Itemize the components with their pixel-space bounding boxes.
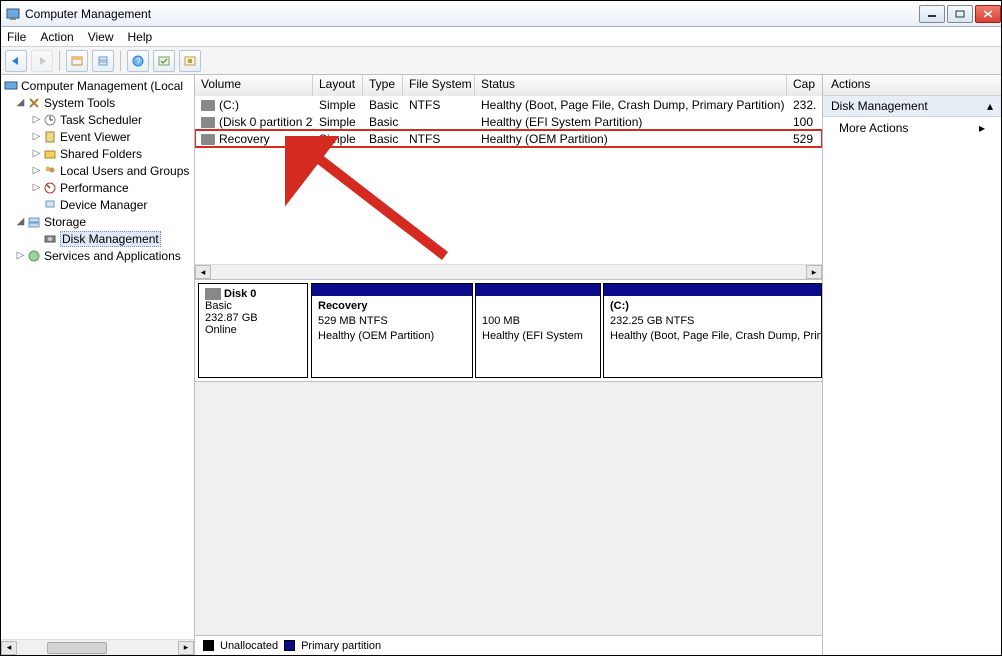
menu-action[interactable]: Action [40,30,73,44]
properties-button[interactable] [92,50,114,72]
tree-performance[interactable]: ▷ Performance [1,179,194,196]
tree-system-tools[interactable]: ◢ System Tools [1,94,194,111]
storage-icon [26,214,42,230]
settings-button[interactable] [153,50,175,72]
minimize-button[interactable] [919,5,945,23]
computer-icon [3,78,19,94]
tree-root[interactable]: Computer Management (Local [1,77,194,94]
actions-section-disk-management[interactable]: Disk Management ▴ [823,96,1001,117]
expand-icon[interactable]: ▷ [31,114,42,125]
book-icon [42,129,58,145]
volume-row[interactable]: (Disk 0 partition 2) Simple Basic Health… [195,113,822,130]
menu-file[interactable]: File [7,30,26,44]
annotation-arrow-icon [285,136,465,264]
col-volume[interactable]: Volume [195,75,313,96]
close-button[interactable] [975,5,1001,23]
window-title: Computer Management [25,7,917,21]
expand-icon[interactable]: ▷ [31,148,42,159]
disk-header[interactable]: Disk 0 Basic 232.87 GB Online [198,283,308,378]
collapse-icon: ▴ [987,99,993,113]
users-icon [42,163,58,179]
volume-horizontal-scrollbar[interactable]: ◂ ▸ [195,264,822,280]
maximize-button[interactable] [947,5,973,23]
app-icon [5,6,21,22]
title-bar: Computer Management [1,1,1001,27]
expand-icon[interactable]: ▷ [31,165,42,176]
legend-label: Primary partition [301,640,381,652]
disk-icon [205,288,221,300]
collapse-icon[interactable]: ◢ [15,216,26,227]
scroll-right-button[interactable]: ▸ [178,641,194,655]
legend: Unallocated Primary partition [195,635,822,655]
tree-horizontal-scrollbar[interactable]: ◂ ▸ [1,639,194,655]
menu-bar: File Action View Help [1,27,1001,47]
show-hide-button[interactable] [66,50,88,72]
expand-icon[interactable]: ▷ [31,182,42,193]
services-icon [26,248,42,264]
col-filesystem[interactable]: File System [403,75,475,96]
toolbar: ? [1,47,1001,75]
col-type[interactable]: Type [363,75,403,96]
scroll-thumb[interactable] [47,642,107,654]
actions-panel: Actions Disk Management ▴ More Actions ▸ [823,75,1001,655]
clock-icon [42,112,58,128]
col-status[interactable]: Status [475,75,787,96]
col-layout[interactable]: Layout [313,75,363,96]
device-icon [42,197,58,213]
forward-button[interactable] [31,50,53,72]
empty-area [195,382,822,635]
expand-icon[interactable]: ▷ [31,131,42,142]
legend-swatch-primary [284,640,295,651]
partition-efi[interactable]: 100 MBHealthy (EFI System [475,283,601,378]
svg-text:?: ? [136,57,141,66]
menu-help[interactable]: Help [128,30,153,44]
partition-recovery[interactable]: Recovery529 MB NTFSHealthy (OEM Partitio… [311,283,473,378]
chevron-right-icon: ▸ [979,121,985,135]
volume-row[interactable]: (C:) Simple Basic NTFS Healthy (Boot, Pa… [195,96,822,113]
expand-icon[interactable]: ▷ [15,250,26,261]
folder-share-icon [42,146,58,162]
disk-graphical-view: Disk 0 Basic 232.87 GB Online Recovery52… [195,280,822,382]
tree-disk-management[interactable]: ▷ Disk Management [1,230,194,247]
drive-icon [201,117,215,128]
drive-icon [201,100,215,111]
drive-icon [201,134,215,145]
disk-icon [42,231,58,247]
tree-shared-folders[interactable]: ▷ Shared Folders [1,145,194,162]
tools-icon [26,95,42,111]
scroll-right-button[interactable]: ▸ [806,265,822,279]
help-button[interactable]: ? [127,50,149,72]
volume-row-recovery[interactable]: Recovery Simple Basic NTFS Healthy (OEM … [195,130,822,147]
actions-more[interactable]: More Actions ▸ [823,117,1001,139]
legend-label: Unallocated [220,640,278,652]
partition-c[interactable]: (C:)232.25 GB NTFSHealthy (Boot, Page Fi… [603,283,822,378]
tree-device-manager[interactable]: ▷ Device Manager [1,196,194,213]
menu-view[interactable]: View [88,30,114,44]
col-capacity[interactable]: Cap [787,75,822,96]
collapse-icon[interactable]: ◢ [15,97,26,108]
legend-swatch-unallocated [203,640,214,651]
tree-task-scheduler[interactable]: ▷ Task Scheduler [1,111,194,128]
refresh-button[interactable] [179,50,201,72]
volume-list: (C:) Simple Basic NTFS Healthy (Boot, Pa… [195,96,822,264]
navigation-tree-panel: Computer Management (Local ◢ System Tool… [1,75,195,655]
gauge-icon [42,180,58,196]
scroll-left-button[interactable]: ◂ [1,641,17,655]
tree-storage[interactable]: ◢ Storage [1,213,194,230]
tree-event-viewer[interactable]: ▷ Event Viewer [1,128,194,145]
actions-header: Actions [823,75,1001,96]
back-button[interactable] [5,50,27,72]
tree-local-users[interactable]: ▷ Local Users and Groups [1,162,194,179]
scroll-left-button[interactable]: ◂ [195,265,211,279]
content-panel: Volume Layout Type File System Status Ca… [195,75,823,655]
volume-list-header: Volume Layout Type File System Status Ca… [195,75,822,96]
tree-services[interactable]: ▷ Services and Applications [1,247,194,264]
